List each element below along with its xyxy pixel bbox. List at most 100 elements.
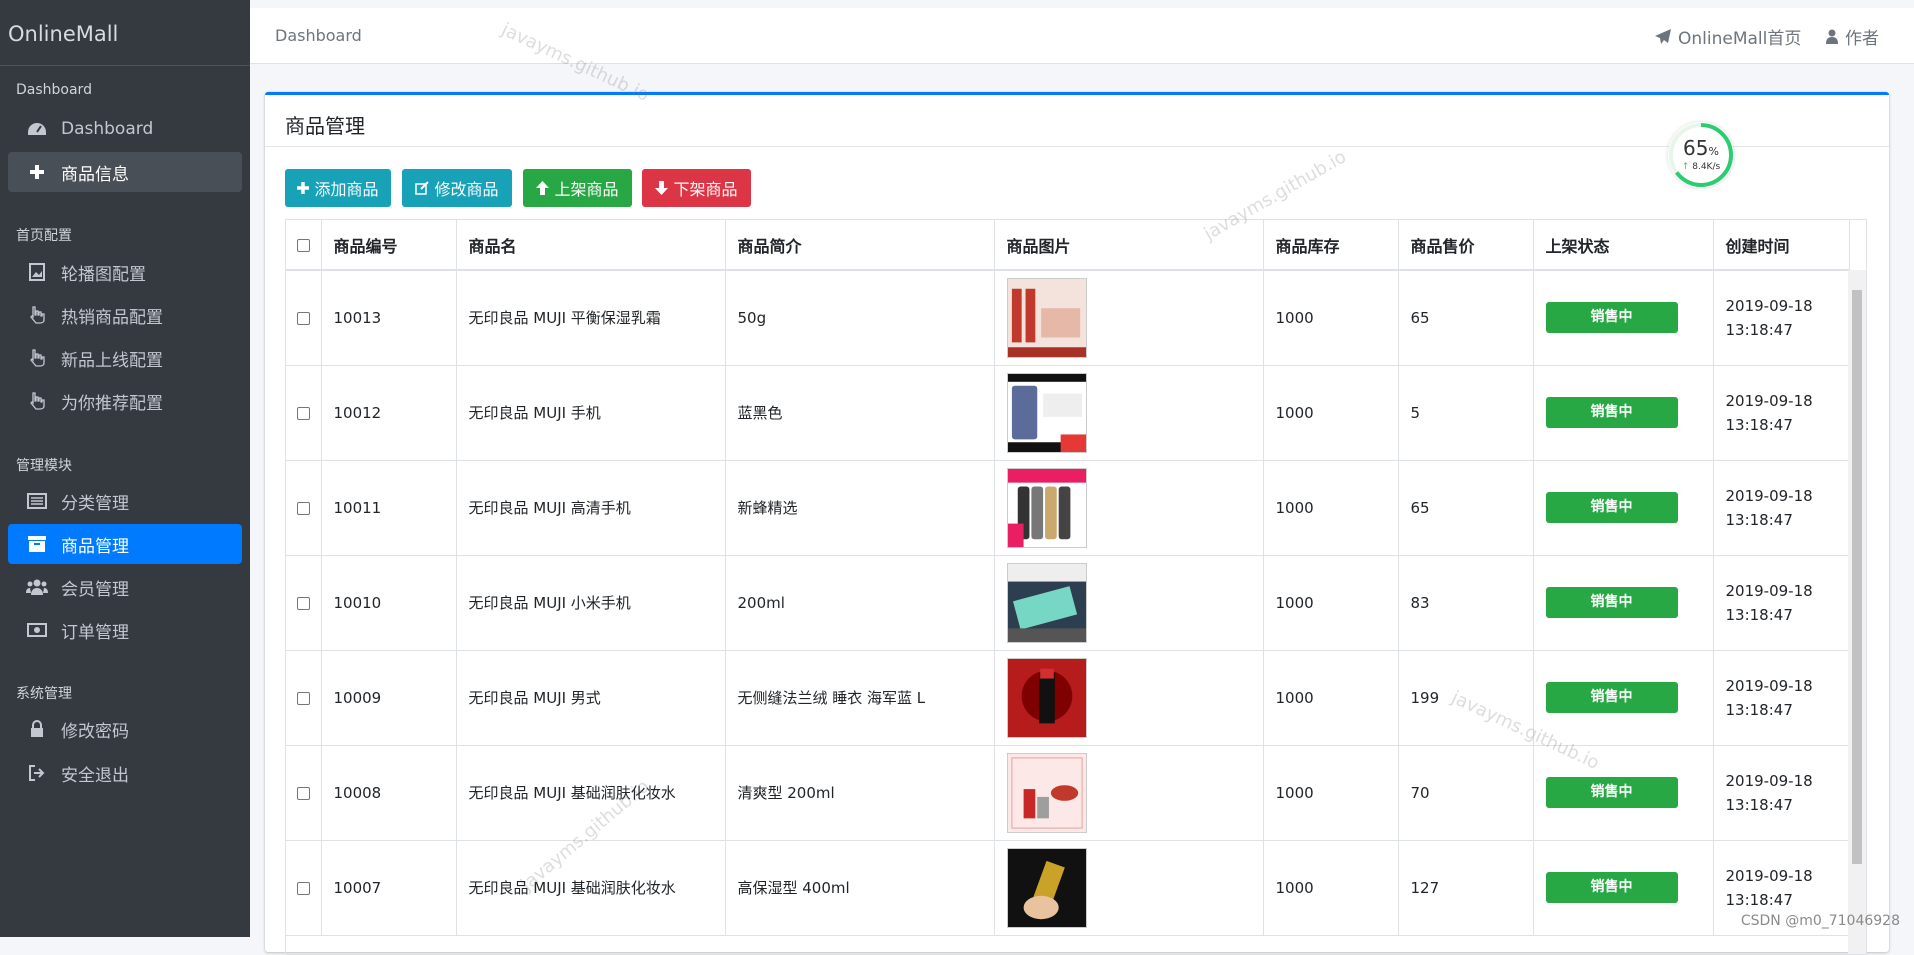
sidebar-item-logout[interactable]: 安全退出 [8, 753, 242, 793]
sidebar-item-members[interactable]: 会员管理 [8, 567, 242, 607]
table-row[interactable]: 10012无印良品 MUJI 手机蓝黑色10005销售中2019-09-1813… [286, 365, 1849, 460]
arrow-up-icon: ↑ [1682, 162, 1690, 172]
column-header-price[interactable]: 商品售价 [1398, 220, 1533, 270]
sidebar-item-label: 修改密码 [61, 717, 129, 742]
sidebar-item-product-info[interactable]: 商品信息 [8, 152, 242, 192]
row-select-cell [286, 555, 321, 650]
product-management-card: 商品管理 添加商品 修改商品 上架商品 下架商品 商品编号 商品名 商品简介 商 [265, 92, 1889, 952]
plus-icon [26, 163, 48, 181]
cell-intro: 高保湿型 400ml [725, 840, 994, 935]
created-time: 13:18:47 [1726, 413, 1837, 437]
sidebar-item-product-manage[interactable]: 商品管理 [8, 524, 242, 564]
created-date: 2019-09-18 [1726, 294, 1837, 318]
row-checkbox[interactable] [297, 882, 310, 895]
created-date: 2019-09-18 [1726, 769, 1837, 793]
cell-image [994, 650, 1263, 745]
sidebar-item-label: 安全退出 [61, 761, 129, 786]
sidebar: OnlineMall Dashboard Dashboard 商品信息 首页配置… [0, 0, 250, 937]
created-date: 2019-09-18 [1726, 579, 1837, 603]
cell-status: 销售中 [1533, 840, 1713, 935]
row-checkbox[interactable] [297, 787, 310, 800]
archive-icon [26, 535, 48, 553]
sidebar-item-new-config[interactable]: 新品上线配置 [8, 338, 242, 378]
product-thumbnail[interactable] [1007, 848, 1251, 928]
sign-out-icon [26, 764, 48, 782]
product-thumbnail[interactable] [1007, 563, 1251, 643]
column-header-stock[interactable]: 商品库存 [1263, 220, 1398, 270]
row-checkbox[interactable] [297, 502, 310, 515]
scrollbar-thumb[interactable] [1852, 290, 1862, 864]
csdn-credit: CSDN @m0_71046928 [1741, 913, 1900, 929]
cell-price: 199 [1398, 650, 1533, 745]
cell-intro: 蓝黑色 [725, 365, 994, 460]
product-thumbnail[interactable] [1007, 658, 1251, 738]
column-header-intro[interactable]: 商品简介 [725, 220, 994, 270]
arrow-down-icon [655, 181, 668, 195]
edit-product-button[interactable]: 修改商品 [402, 169, 512, 207]
author-link[interactable]: 作者 [1826, 24, 1879, 49]
product-thumbnail[interactable] [1007, 278, 1251, 358]
sidebar-item-label: 为你推荐配置 [61, 389, 163, 414]
product-thumbnail[interactable] [1007, 753, 1251, 833]
table-row[interactable]: 10010无印良品 MUJI 小米手机200ml100083销售中2019-09… [286, 555, 1849, 650]
column-header-status[interactable]: 上架状态 [1533, 220, 1713, 270]
sidebar-item-label: 商品管理 [61, 532, 129, 557]
select-all-checkbox[interactable] [297, 239, 310, 252]
gauge-unit: % [1709, 145, 1719, 158]
cell-intro: 无侧缝法兰绒 睡衣 海军蓝 L [725, 650, 994, 745]
cell-created: 2019-09-1813:18:47 [1713, 745, 1849, 840]
table-row[interactable]: 10008无印良品 MUJI 基础润肤化妆水清爽型 200ml100070销售中… [286, 745, 1849, 840]
sidebar-item-category[interactable]: 分类管理 [8, 481, 242, 521]
sidebar-item-change-password[interactable]: 修改密码 [8, 709, 242, 749]
row-select-cell [286, 270, 321, 365]
column-header-image[interactable]: 商品图片 [994, 220, 1263, 270]
cell-created: 2019-09-1813:18:47 [1713, 460, 1849, 555]
list-icon [26, 492, 48, 510]
breadcrumb[interactable]: Dashboard [275, 26, 362, 45]
row-checkbox[interactable] [297, 692, 310, 705]
add-product-button[interactable]: 添加商品 [285, 169, 391, 207]
cell-id: 10012 [321, 365, 456, 460]
row-select-cell [286, 365, 321, 460]
product-table-container: 商品编号 商品名 商品简介 商品图片 商品库存 商品售价 上架状态 创建时间 1… [285, 219, 1867, 955]
sidebar-item-carousel-config[interactable]: 轮播图配置 [8, 252, 242, 292]
status-badge: 销售中 [1546, 777, 1678, 808]
table-row[interactable]: 10007无印良品 MUJI 基础润肤化妆水高保湿型 400ml1000127销… [286, 840, 1849, 935]
column-header-name[interactable]: 商品名 [456, 220, 725, 270]
status-badge: 销售中 [1546, 682, 1678, 713]
edit-icon [415, 181, 429, 195]
table-header-row: 商品编号 商品名 商品简介 商品图片 商品库存 商品售价 上架状态 创建时间 [286, 220, 1849, 270]
plus-icon [297, 182, 309, 194]
table-row[interactable]: 10011无印良品 MUJI 高清手机新蜂精选100065销售中2019-09-… [286, 460, 1849, 555]
speed-gauge[interactable]: 65% ↑ 8.4K/s [1668, 122, 1734, 188]
table-row[interactable]: 10013无印良品 MUJI 平衡保湿乳霜50g100065销售中2019-09… [286, 270, 1849, 365]
sidebar-item-label: 分类管理 [61, 489, 129, 514]
column-header-id[interactable]: 商品编号 [321, 220, 456, 270]
cell-name: 无印良品 MUJI 高清手机 [456, 460, 725, 555]
sidebar-item-recommend-config[interactable]: 为你推荐配置 [8, 381, 242, 421]
table-scrollbar[interactable] [1848, 270, 1866, 955]
author-link-label: 作者 [1845, 24, 1879, 49]
status-badge: 销售中 [1546, 872, 1678, 903]
cell-stock: 1000 [1263, 650, 1398, 745]
sidebar-item-dashboard[interactable]: Dashboard [8, 109, 242, 149]
cell-stock: 1000 [1263, 365, 1398, 460]
take-off-shelf-button[interactable]: 下架商品 [642, 169, 751, 207]
row-checkbox[interactable] [297, 407, 310, 420]
put-on-shelf-button[interactable]: 上架商品 [523, 169, 632, 207]
brand-logo[interactable]: OnlineMall [0, 0, 250, 66]
cell-status: 销售中 [1533, 270, 1713, 365]
created-time: 13:18:47 [1726, 698, 1837, 722]
product-thumbnail[interactable] [1007, 468, 1251, 548]
row-checkbox[interactable] [297, 312, 310, 325]
row-checkbox[interactable] [297, 597, 310, 610]
sidebar-item-orders[interactable]: 订单管理 [8, 610, 242, 650]
product-thumbnail[interactable] [1007, 373, 1251, 453]
arrow-up-icon [536, 181, 549, 195]
sidebar-item-hot-config[interactable]: 热销商品配置 [8, 295, 242, 335]
cell-id: 10011 [321, 460, 456, 555]
column-header-created[interactable]: 创建时间 [1713, 220, 1849, 270]
table-row[interactable]: 10009无印良品 MUJI 男式无侧缝法兰绒 睡衣 海军蓝 L1000199销… [286, 650, 1849, 745]
created-date: 2019-09-18 [1726, 389, 1837, 413]
home-link[interactable]: OnlineMall首页 [1655, 24, 1801, 49]
